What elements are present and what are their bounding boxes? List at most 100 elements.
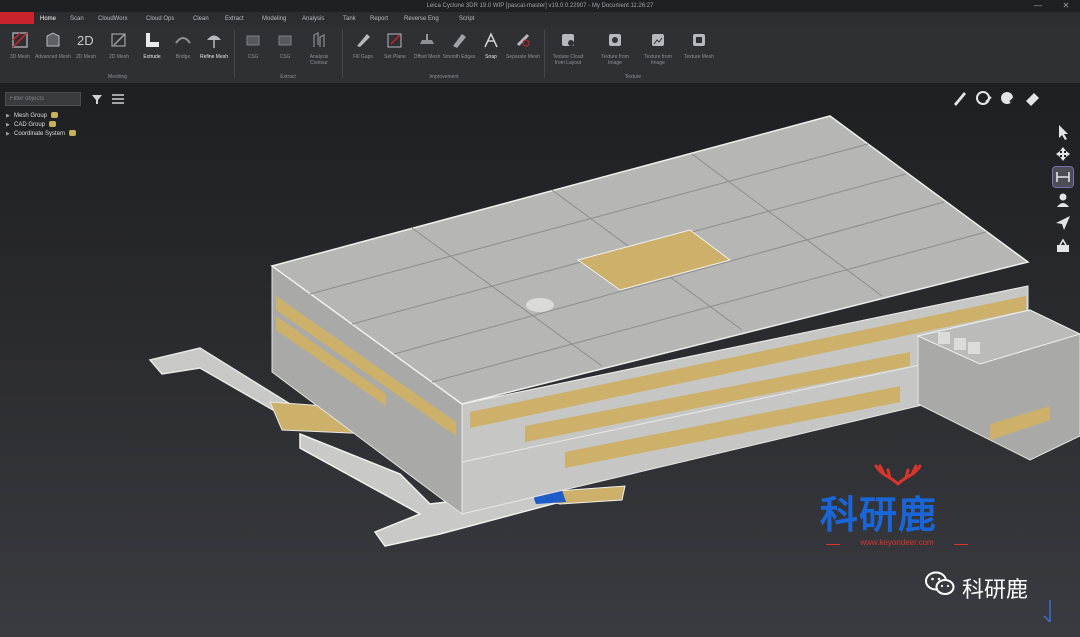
texture-mesh-label: Texture Mesh [683, 54, 714, 60]
filter-objects-input[interactable] [5, 92, 81, 106]
separate-mesh-icon [516, 33, 530, 47]
csg-label: CSG [247, 54, 259, 60]
eraser-icon[interactable] [1022, 88, 1042, 108]
refine-mesh-button[interactable]: Refine Mesh [199, 29, 229, 71]
texture-mesh-icon [693, 34, 705, 46]
fill-gaps-button[interactable]: Fill Gaps [348, 29, 378, 71]
2d-mesh-button[interactable]: 2D 2D Mesh [71, 29, 101, 71]
person-icon[interactable] [1053, 190, 1073, 210]
texture-from-image-button[interactable]: Texture from Image [600, 29, 630, 71]
watermark-divider [954, 544, 968, 545]
visibility-icon[interactable] [51, 112, 59, 119]
tree-item-coordinate-system[interactable]: ▶ Coordinate System [6, 130, 77, 139]
tree-item-mesh-group[interactable]: ▶ Mesh Group [6, 112, 76, 121]
watermark-title: 科研鹿 [820, 493, 938, 537]
fill-gaps-label: Fill Gaps [353, 54, 373, 60]
select-cursor-icon[interactable] [1053, 122, 1073, 142]
csg-tool-icon [278, 35, 292, 46]
refine-mesh-label: Refine Mesh [199, 54, 229, 60]
pan-icon[interactable] [1053, 144, 1073, 164]
shading-icon[interactable] [998, 88, 1018, 108]
advanced-mesh-button[interactable]: Advanced Mesh [35, 29, 71, 71]
visibility-icon[interactable] [49, 121, 57, 128]
snap-button[interactable]: Snap [476, 29, 506, 71]
advanced-mesh-icon [46, 32, 60, 47]
axis-indicator-icon [1043, 600, 1051, 623]
set-plane-button[interactable]: Set Plane [380, 29, 410, 71]
2d-mesh-icon: 2D [77, 33, 94, 48]
csg-icon [246, 35, 260, 46]
texture-cloud-button[interactable]: Texture Cloud from Layout [553, 29, 583, 71]
analysis-contour-button[interactable]: Analysis Contour [304, 29, 334, 71]
snap-label: Snap [485, 54, 497, 60]
ribbon-separator [342, 30, 343, 78]
walk-mode-icon[interactable] [1053, 236, 1073, 256]
visibility-icon[interactable] [69, 130, 77, 137]
tree-item-label: CAD Group [14, 122, 46, 128]
mesh-icon [12, 32, 28, 48]
tab-report[interactable]: Report [370, 12, 388, 26]
2d-mesh-tool-label: 2D Mesh [108, 54, 129, 60]
tab-clean[interactable]: Clean [193, 12, 209, 26]
csg-tool-button[interactable]: CSG [270, 29, 300, 71]
group-extract: Extract [280, 74, 296, 80]
analysis-contour-icon [313, 31, 325, 47]
smooth-edges-button[interactable]: Smooth Edges [442, 29, 476, 71]
close-button[interactable]: ✕ [1056, 0, 1076, 12]
menu-bar: Home Scan CloudWorx Cloud Ops Clean Extr… [0, 12, 1080, 26]
tab-cloudworx[interactable]: CloudWorx [98, 12, 128, 26]
menu-icon[interactable] [111, 92, 125, 106]
tab-script[interactable]: Script [459, 12, 474, 26]
texture-cloud-label: Texture Cloud from Layout [552, 54, 584, 66]
offset-mesh-button[interactable]: Offset Mesh [412, 29, 442, 71]
tree-item-cad-group[interactable]: ▶ CAD Group [6, 121, 76, 130]
tab-tank[interactable]: Tank [343, 12, 356, 26]
texture-mesh-button[interactable]: Texture Mesh [684, 29, 714, 71]
expand-arrow-icon[interactable]: ▶ [6, 112, 10, 121]
separate-mesh-button[interactable]: Separate Mesh [506, 29, 540, 71]
texture-image-icon [652, 34, 664, 46]
tab-reverse-eng[interactable]: Reverse Eng [404, 12, 439, 26]
smooth-edges-icon [453, 34, 466, 48]
texture-cloud-icon [562, 34, 574, 46]
3d-mesh-label: 3D Mesh [9, 54, 30, 60]
expand-arrow-icon[interactable]: ▶ [6, 121, 10, 130]
texture-from-image-label: Texture from Image [601, 54, 629, 66]
building-model[interactable] [0, 84, 1080, 637]
3d-viewport[interactable]: ▶ Mesh Group ▶ CAD Group ▶ Coordinate Syste… [0, 84, 1080, 637]
smooth-edges-label: Smooth Edges [442, 54, 476, 60]
expand-arrow-icon[interactable]: ▶ [6, 130, 10, 139]
filter-icon[interactable] [90, 92, 104, 106]
tab-home[interactable]: Home [40, 12, 56, 26]
tab-scan[interactable]: Scan [70, 12, 84, 26]
bridge-button[interactable]: Bridge [168, 29, 198, 71]
ribbon: 3D Mesh Advanced Mesh 2D 2D Mesh 2D Mesh… [0, 26, 1080, 84]
window-title: Leica Cyclone 3DR 19.0 WIP [pascal-maste… [426, 3, 654, 9]
minimize-button[interactable]: — [1028, 0, 1048, 12]
render-mode-icon[interactable] [974, 88, 994, 108]
3d-mesh-button[interactable]: 3D Mesh [5, 29, 35, 71]
tree-item-label: Mesh Group [14, 113, 48, 119]
tab-extract[interactable]: Extract [225, 12, 244, 26]
2d-mesh-tool-button[interactable]: 2D Mesh [104, 29, 134, 71]
pencil-icon[interactable] [950, 88, 970, 108]
fill-gaps-icon [357, 34, 370, 47]
texture-image-button[interactable]: Texture from Image [643, 29, 673, 71]
csg-button[interactable]: CSG [238, 29, 268, 71]
roof-highlight [526, 298, 554, 312]
tab-analysis[interactable]: Analysis [302, 12, 324, 26]
measure-distance-icon[interactable] [1052, 166, 1074, 188]
watermark-account-name: 科研鹿 [962, 578, 1029, 603]
app-menu-button[interactable] [0, 12, 34, 24]
tab-cloud-ops[interactable]: Cloud Ops [146, 12, 174, 26]
extrude-button[interactable]: Extrude [137, 29, 167, 71]
texture-from-image-icon [609, 34, 621, 46]
2d-mesh-label: 2D Mesh [75, 54, 96, 60]
tab-modeling[interactable]: Modeling [262, 12, 286, 26]
2d-mesh-tool-icon [111, 33, 126, 47]
snap-icon [484, 32, 498, 48]
group-texture: Texture [624, 74, 642, 80]
watermark-url: www.keyondeer.com [860, 538, 934, 547]
wechat-icon [925, 571, 955, 595]
navigate-icon[interactable] [1053, 213, 1073, 233]
